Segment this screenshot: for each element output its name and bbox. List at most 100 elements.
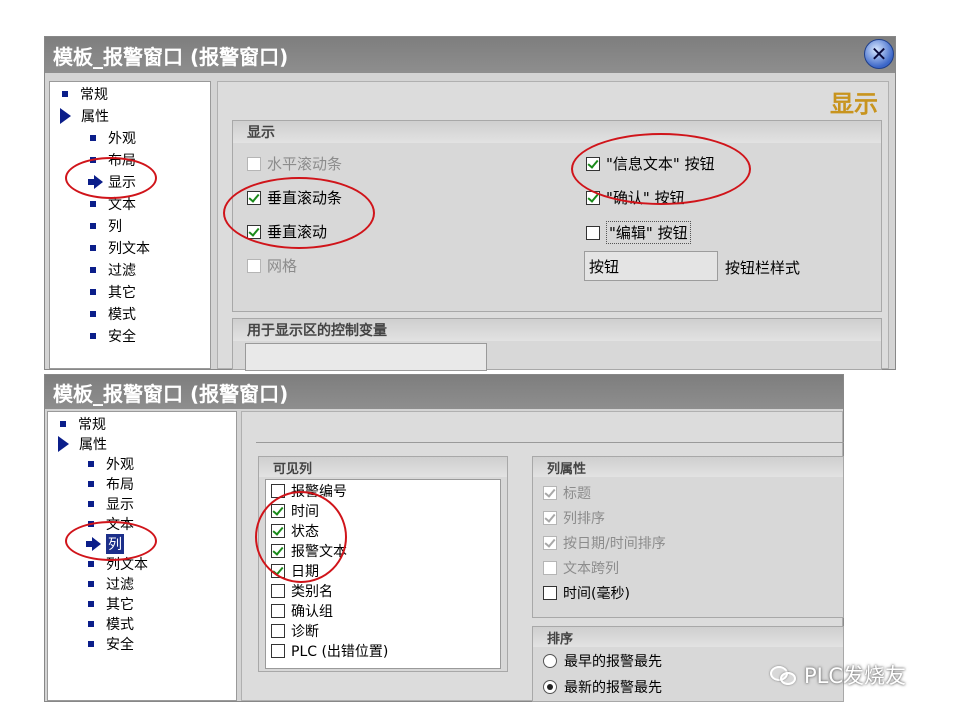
bottom-nav-item-columns[interactable]: 列 bbox=[86, 534, 124, 554]
column-props-title: 列属性 bbox=[533, 457, 843, 477]
top-content: 显示 显示 水平滚动条 垂直滚动条 垂直滚动 网格 "信息文本" 按钮 "确认"… bbox=[217, 81, 889, 371]
bullet-icon bbox=[90, 333, 96, 339]
bottom-window-title: 模板_报警窗口 (报警窗口) bbox=[53, 381, 289, 406]
bottom-title-bar: 模板_报警窗口 (报警窗口) bbox=[45, 375, 843, 409]
top-window: 模板_报警窗口 (报警窗口) ✕ 常规 属性 外观 布局 显示 文本 列 列文本… bbox=[44, 36, 896, 371]
wechat-icon bbox=[770, 664, 798, 686]
top-title-bar: 模板_报警窗口 (报警窗口) bbox=[45, 37, 895, 73]
column-props-group: 列属性 标题 列排序 按日期/时间排序 文本跨列 时间(毫秒) bbox=[532, 456, 844, 618]
watermark-text: PLC发烧友 bbox=[804, 664, 907, 688]
bottom-content: 可见列 报警编号 时间 状态 报警文本 日期 类别名 确认组 诊断 PLC (出… bbox=[241, 411, 844, 702]
prop-text-span-checkbox[interactable]: 文本跨列 bbox=[543, 558, 619, 578]
content-divider bbox=[256, 442, 844, 443]
bullet-icon bbox=[90, 267, 96, 273]
bullet-icon bbox=[88, 561, 94, 567]
bullet-icon bbox=[88, 461, 94, 467]
bottom-nav-tree: 常规 属性 外观 布局 显示 文本 列 列文本 过滤 其它 模式 安全 bbox=[47, 411, 237, 701]
edit-button-checkbox[interactable]: "编辑" 按钮 bbox=[586, 221, 691, 244]
bullet-icon bbox=[90, 157, 96, 163]
column-date[interactable]: 日期 bbox=[271, 561, 319, 581]
bullet-icon bbox=[90, 135, 96, 141]
close-button[interactable]: ✕ bbox=[864, 39, 894, 69]
bottom-nav-item-properties[interactable]: 属性 bbox=[58, 434, 107, 454]
column-diagnostics[interactable]: 诊断 bbox=[271, 621, 319, 641]
expand-triangle-icon bbox=[58, 436, 69, 452]
top-nav-item-text[interactable]: 文本 bbox=[90, 194, 136, 214]
top-nav-item-display[interactable]: 显示 bbox=[88, 172, 136, 192]
bullet-icon bbox=[88, 521, 94, 527]
top-nav-item-security[interactable]: 安全 bbox=[90, 326, 136, 346]
column-time[interactable]: 时间 bbox=[271, 501, 319, 521]
button-style-label: 按钮栏样式 bbox=[725, 259, 801, 277]
vscroll-checkbox[interactable]: 垂直滚动 bbox=[247, 221, 327, 242]
top-nav-tree: 常规 属性 外观 布局 显示 文本 列 列文本 过滤 其它 模式 安全 bbox=[49, 81, 211, 369]
column-alarm-number[interactable]: 报警编号 bbox=[271, 481, 347, 501]
prop-date-sort-checkbox[interactable]: 按日期/时间排序 bbox=[543, 533, 666, 553]
bottom-nav-item-text[interactable]: 文本 bbox=[88, 514, 134, 534]
prop-time-ms-checkbox[interactable]: 时间(毫秒) bbox=[543, 583, 630, 603]
prop-column-sort-checkbox[interactable]: 列排序 bbox=[543, 508, 605, 528]
top-nav-item-appearance[interactable]: 外观 bbox=[90, 128, 136, 148]
ack-button-checkbox[interactable]: "确认" 按钮 bbox=[586, 187, 685, 208]
top-nav-item-properties[interactable]: 属性 bbox=[60, 106, 109, 126]
top-nav-item-mode[interactable]: 模式 bbox=[90, 304, 136, 324]
bullet-icon bbox=[90, 289, 96, 295]
column-class-name[interactable]: 类别名 bbox=[271, 581, 333, 601]
control-variable-group: 用于显示区的控制变量 bbox=[232, 318, 882, 371]
bullet-icon bbox=[88, 601, 94, 607]
column-status[interactable]: 状态 bbox=[271, 521, 319, 541]
prop-title-checkbox[interactable]: 标题 bbox=[543, 483, 591, 503]
top-nav-item-columns[interactable]: 列 bbox=[90, 216, 122, 236]
control-variable-group-title: 用于显示区的控制变量 bbox=[233, 319, 881, 341]
bottom-nav-item-security[interactable]: 安全 bbox=[88, 634, 134, 654]
hscrollbar-checkbox[interactable]: 水平滚动条 bbox=[247, 153, 342, 174]
column-ack-group[interactable]: 确认组 bbox=[271, 601, 333, 621]
close-icon: ✕ bbox=[870, 42, 888, 66]
bullet-icon bbox=[88, 481, 94, 487]
bottom-nav-item-display[interactable]: 显示 bbox=[88, 494, 134, 514]
top-nav-item-other[interactable]: 其它 bbox=[90, 282, 136, 302]
bullet-icon bbox=[88, 501, 94, 507]
bottom-nav-item-other[interactable]: 其它 bbox=[88, 594, 134, 614]
bottom-nav-item-mode[interactable]: 模式 bbox=[88, 614, 134, 634]
bottom-nav-item-filter[interactable]: 过滤 bbox=[88, 574, 134, 594]
info-text-button-checkbox[interactable]: "信息文本" 按钮 bbox=[586, 153, 715, 174]
sort-oldest-first-radio[interactable]: 最早的报警最先 bbox=[543, 651, 662, 671]
bullet-icon bbox=[90, 311, 96, 317]
bottom-nav-item-general[interactable]: 常规 bbox=[60, 414, 106, 434]
button-style-select[interactable]: 按钮 bbox=[584, 251, 718, 281]
vscrollbar-checkbox[interactable]: 垂直滚动条 bbox=[247, 187, 342, 208]
column-alarm-text[interactable]: 报警文本 bbox=[271, 541, 347, 561]
top-nav-item-general[interactable]: 常规 bbox=[62, 84, 108, 104]
bullet-icon bbox=[60, 421, 66, 427]
expand-triangle-icon bbox=[60, 108, 71, 124]
display-group: 显示 水平滚动条 垂直滚动条 垂直滚动 网格 "信息文本" 按钮 "确认" 按钮… bbox=[232, 120, 882, 312]
visible-columns-title: 可见列 bbox=[259, 457, 507, 477]
sort-newest-first-radio[interactable]: 最新的报警最先 bbox=[543, 677, 662, 697]
bullet-icon bbox=[90, 201, 96, 207]
selected-arrow-icon bbox=[86, 537, 102, 551]
watermark: PLC发烧友 bbox=[770, 660, 906, 690]
bullet-icon bbox=[90, 223, 96, 229]
bullet-icon bbox=[62, 91, 68, 97]
selected-arrow-icon bbox=[88, 175, 104, 189]
bottom-nav-item-layout[interactable]: 布局 bbox=[88, 474, 134, 494]
bullet-icon bbox=[88, 621, 94, 627]
control-variable-field[interactable] bbox=[245, 343, 487, 371]
bullet-icon bbox=[88, 581, 94, 587]
visible-columns-group: 可见列 报警编号 时间 状态 报警文本 日期 类别名 确认组 诊断 PLC (出… bbox=[258, 456, 508, 672]
bottom-nav-item-column-text[interactable]: 列文本 bbox=[88, 554, 148, 574]
bottom-window: 模板_报警窗口 (报警窗口) 常规 属性 外观 布局 显示 文本 列 列文本 过… bbox=[44, 374, 844, 702]
top-nav-item-column-text[interactable]: 列文本 bbox=[90, 238, 150, 258]
column-plc[interactable]: PLC (出错位置) bbox=[271, 641, 388, 661]
bullet-icon bbox=[88, 641, 94, 647]
sort-title: 排序 bbox=[533, 627, 843, 647]
grid-checkbox[interactable]: 网格 bbox=[247, 255, 297, 276]
bullet-icon bbox=[90, 245, 96, 251]
top-nav-item-layout[interactable]: 布局 bbox=[90, 150, 136, 170]
top-window-title: 模板_报警窗口 (报警窗口) bbox=[53, 44, 289, 69]
display-group-title: 显示 bbox=[233, 121, 881, 143]
top-nav-item-filter[interactable]: 过滤 bbox=[90, 260, 136, 280]
bottom-nav-item-appearance[interactable]: 外观 bbox=[88, 454, 134, 474]
page-heading: 显示 bbox=[830, 90, 878, 118]
